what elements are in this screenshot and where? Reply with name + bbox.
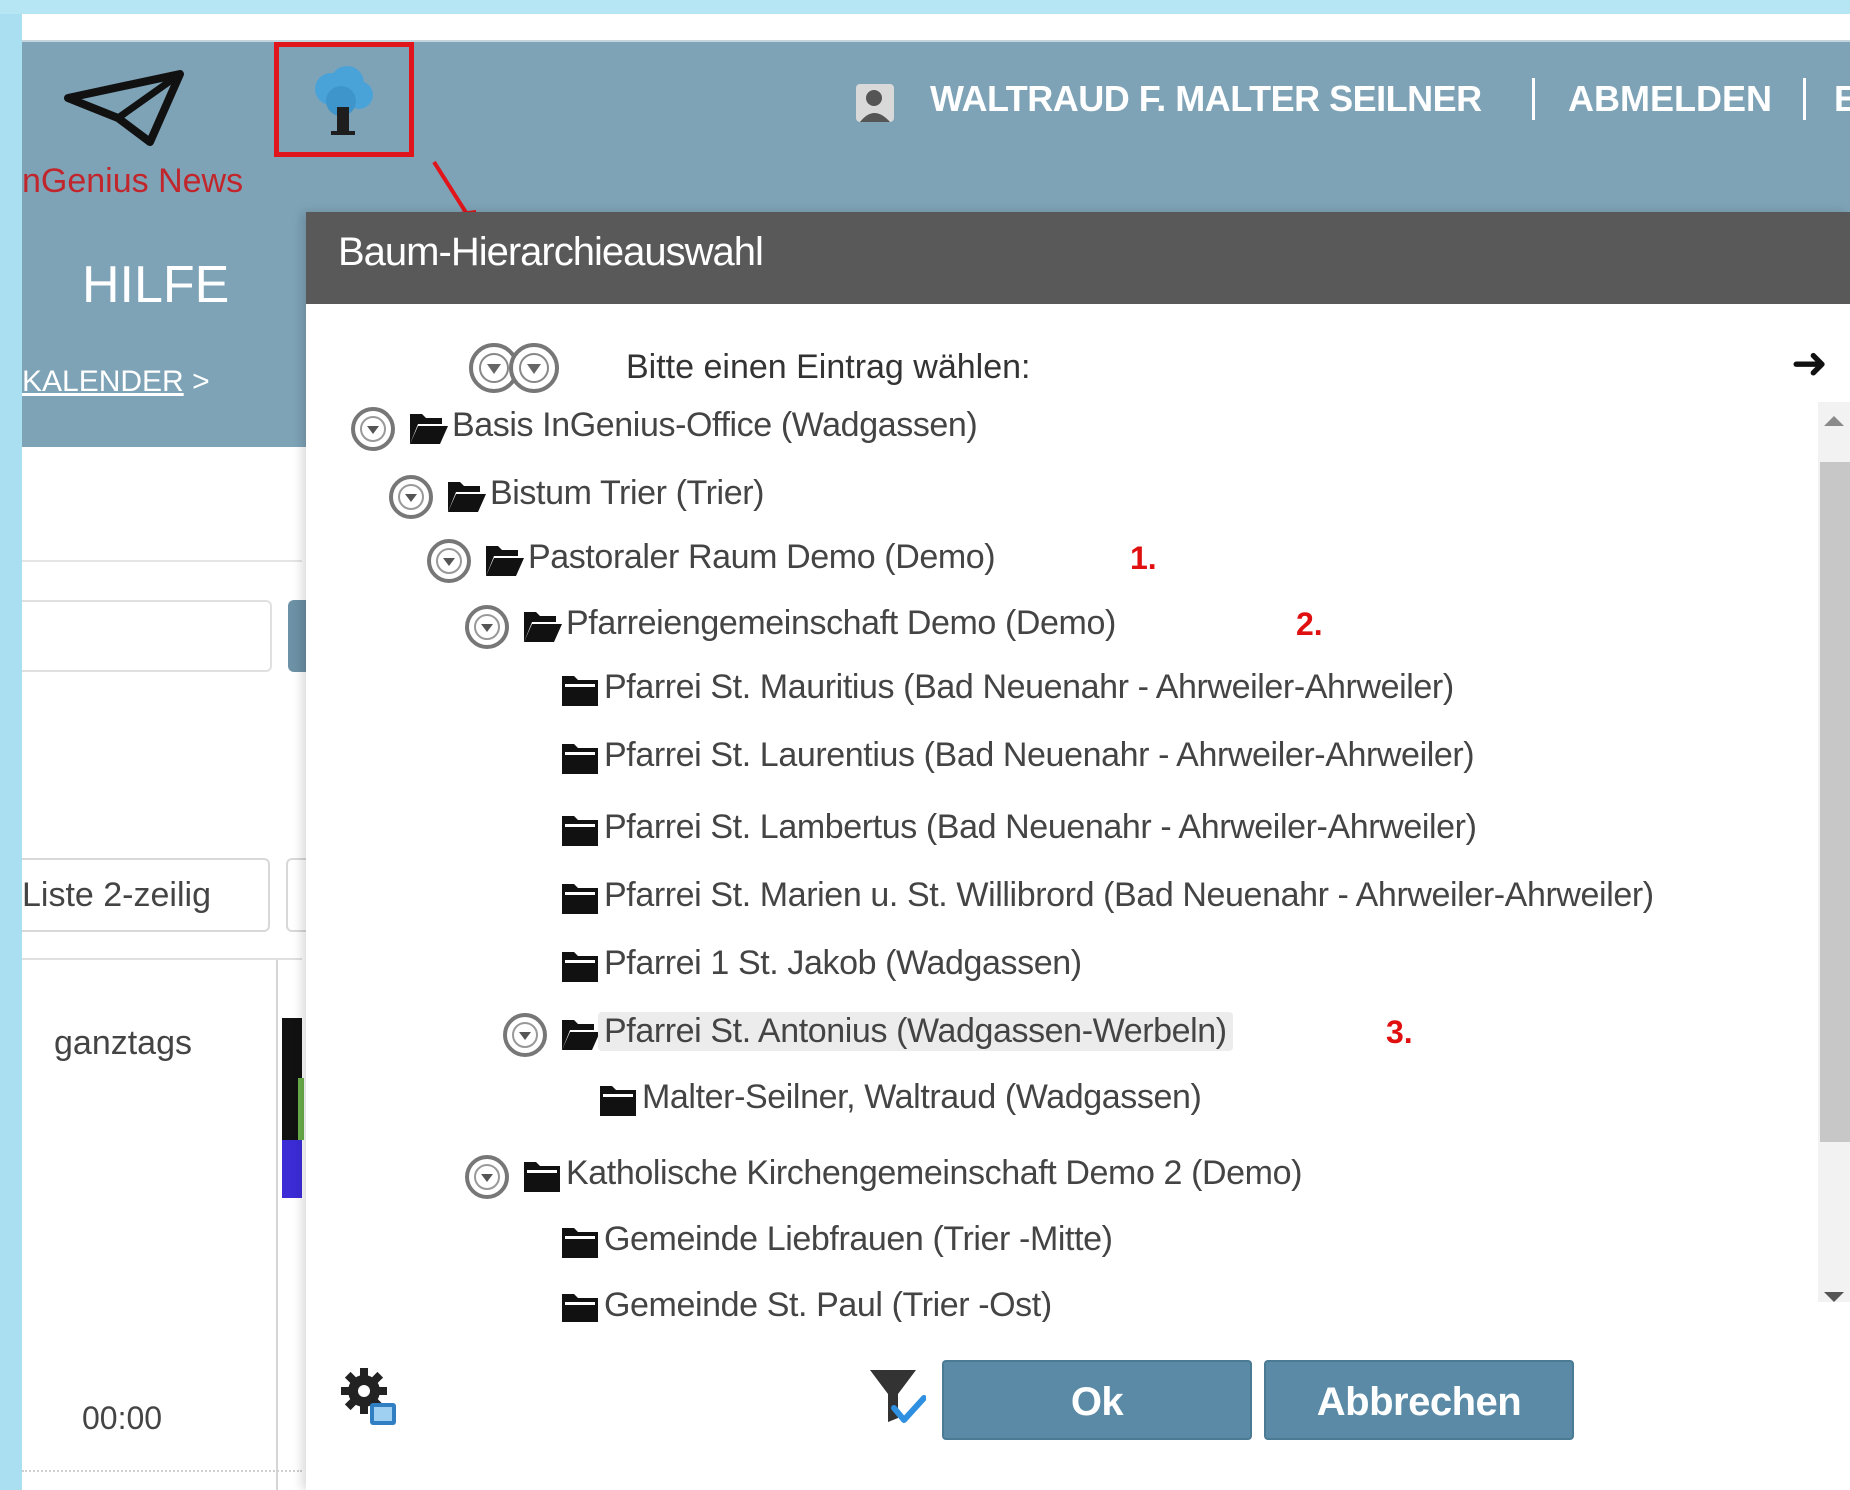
expander-icon[interactable] (350, 406, 396, 452)
breadcrumb-separator: > (192, 365, 210, 398)
folder-icon (600, 1086, 636, 1116)
settings-gear-icon[interactable] (338, 1367, 400, 1429)
calendar-event-bar[interactable] (282, 1140, 302, 1198)
dialog-title: Baum-Hierarchieauswahl (338, 230, 764, 274)
time-label: 00:00 (82, 1400, 163, 1436)
scroll-down-icon[interactable] (1824, 1292, 1844, 1302)
folder-icon (562, 884, 598, 914)
tree-scrollbar-thumb[interactable] (1820, 462, 1850, 1142)
tree-hierarchy-button[interactable] (274, 42, 414, 157)
ok-button[interactable]: Ok (942, 1360, 1252, 1440)
view-list-2-line-button[interactable]: Liste 2-zeilig (22, 858, 270, 932)
annotation-marker: 3. (1386, 1014, 1413, 1050)
header-separator (1803, 78, 1806, 120)
cancel-button[interactable]: Abbrechen (1264, 1360, 1574, 1440)
tree-node-label[interactable]: Pastoraler Raum Demo (Demo) (528, 538, 996, 577)
folder-open-icon (410, 414, 448, 444)
tree-node-label[interactable]: Pfarrei St. Lambertus (Bad Neuenahr - Ah… (604, 808, 1477, 847)
folder-open-icon (562, 1020, 600, 1050)
tree-hierarchy-dialog: Baum-Hierarchieauswahl Bitte einen Eintr… (306, 212, 1850, 1490)
tree-node-label[interactable]: Pfarreiengemeinschaft Demo (Demo) (566, 604, 1116, 643)
window-frame-top (0, 0, 1850, 14)
menu-hilfe[interactable]: HILFE (82, 255, 229, 315)
expander-icon[interactable] (426, 538, 472, 584)
folder-open-icon (486, 546, 524, 576)
expander-icon[interactable] (388, 474, 434, 520)
divider (22, 1470, 302, 1472)
tree-node[interactable]: Gemeinde St. Paul (Trier -Ost) (502, 1282, 1806, 1322)
tree-node-label[interactable]: Katholische Kirchengemeinschaft Demo 2 (… (566, 1154, 1302, 1193)
user-name-link[interactable]: WALTRAUD F. MALTER SEILNER (930, 78, 1482, 120)
filter-icon[interactable] (866, 1364, 926, 1430)
tree-node-label[interactable]: Pfarrei St. Laurentius (Bad Neuenahr - A… (604, 736, 1475, 775)
tree-node[interactable]: Gemeinde Liebfrauen (Trier -Mitte) (502, 1216, 1806, 1268)
folder-icon (562, 1228, 598, 1258)
tree-node[interactable]: Malter-Seilner, Waltraud (Wadgassen) (540, 1074, 1806, 1126)
tree-node-label[interactable]: Bistum Trier (Trier) (490, 474, 764, 513)
tree-view: Basis InGenius-Office (Wadgassen) Bistum … (306, 402, 1816, 1322)
tree-node[interactable]: Pfarrei St. Lambertus (Bad Neuenahr - Ah… (502, 804, 1806, 856)
tree-node-label[interactable]: Basis InGenius-Office (Wadgassen) (452, 406, 978, 445)
tree-node-label[interactable]: Pfarrei St. Mauritius (Bad Neuenahr - Ah… (604, 668, 1454, 707)
folder-icon (562, 744, 598, 774)
logout-link[interactable]: ABMELDEN (1568, 78, 1772, 120)
breadcrumb-kalender-link[interactable]: KALENDER (22, 365, 184, 398)
tree-node[interactable]: Pastoraler Raum Demo (Demo) (426, 534, 1806, 586)
allday-label: ganztags (54, 1024, 192, 1062)
calendar-event-bar[interactable] (298, 1078, 304, 1140)
expander-icon[interactable] (464, 604, 510, 650)
tree-node[interactable]: Katholische Kirchengemeinschaft Demo 2 (… (464, 1150, 1806, 1202)
divider (22, 958, 302, 960)
tree-node[interactable]: Pfarreiengemeinschaft Demo (Demo) (464, 600, 1806, 652)
folder-icon (524, 1162, 560, 1192)
tree-icon (315, 66, 373, 135)
dialog-prompt: Bitte einen Eintrag wählen: (626, 348, 1031, 386)
folder-open-icon (448, 482, 486, 512)
tree-node-label[interactable]: Malter-Seilner, Waltraud (Wadgassen) (642, 1078, 1202, 1117)
tree-node[interactable]: Pfarrei St. Mauritius (Bad Neuenahr - Ah… (502, 664, 1806, 716)
calendar-event-bar[interactable] (282, 1018, 302, 1078)
folder-open-icon (524, 612, 562, 642)
expand-all-icon[interactable] (464, 340, 574, 396)
expander-icon[interactable] (502, 1012, 548, 1058)
folder-icon (562, 816, 598, 846)
view-next-button[interactable] (286, 858, 306, 932)
header-separator (1532, 78, 1535, 120)
tree-node[interactable]: Basis InGenius-Office (Wadgassen) (350, 402, 1806, 454)
tree-node[interactable]: Pfarrei St. Marien u. St. Willibrord (Ba… (502, 872, 1806, 924)
tree-node-label[interactable]: Pfarrei 1 St. Jakob (Wadgassen) (604, 944, 1082, 983)
paper-plane-logo-icon[interactable] (62, 68, 192, 148)
scroll-up-icon[interactable] (1824, 416, 1844, 426)
divider (276, 960, 278, 1490)
arrow-right-icon[interactable]: ➜ (1791, 338, 1828, 389)
tree-node-label[interactable]: Gemeinde St. Paul (Trier -Ost) (604, 1286, 1052, 1322)
background-button[interactable] (288, 600, 308, 672)
app-logo-text[interactable]: nGenius News (22, 162, 243, 201)
tree-node-label[interactable]: Gemeinde Liebfrauen (Trier -Mitte) (604, 1220, 1113, 1259)
tree-node[interactable]: Bistum Trier (Trier) (388, 470, 1806, 522)
tree-node[interactable]: Pfarrei 1 St. Jakob (Wadgassen) (502, 940, 1806, 992)
breadcrumb: KALENDER > (22, 365, 210, 399)
folder-icon (562, 952, 598, 982)
user-avatar-icon[interactable] (852, 80, 898, 126)
folder-icon (562, 676, 598, 706)
tree-node-label[interactable]: Pfarrei St. Antonius (Wadgassen-Werbeln) (598, 1012, 1233, 1051)
folder-icon (562, 1294, 598, 1322)
background-input-field[interactable] (22, 600, 272, 672)
annotation-marker: 2. (1296, 606, 1323, 642)
tree-node[interactable]: Pfarrei St. Antonius (Wadgassen-Werbeln) (502, 1008, 1806, 1060)
annotation-marker: 1. (1130, 540, 1157, 576)
tree-node[interactable]: Pfarrei St. Laurentius (Bad Neuenahr - A… (502, 732, 1806, 784)
header-truncated-link[interactable]: E (1834, 78, 1850, 120)
divider (22, 560, 302, 562)
dialog-titlebar[interactable]: Baum-Hierarchieauswahl (306, 212, 1850, 304)
expander-icon[interactable] (464, 1154, 510, 1200)
tree-node-label[interactable]: Pfarrei St. Marien u. St. Willibrord (Ba… (604, 876, 1654, 915)
